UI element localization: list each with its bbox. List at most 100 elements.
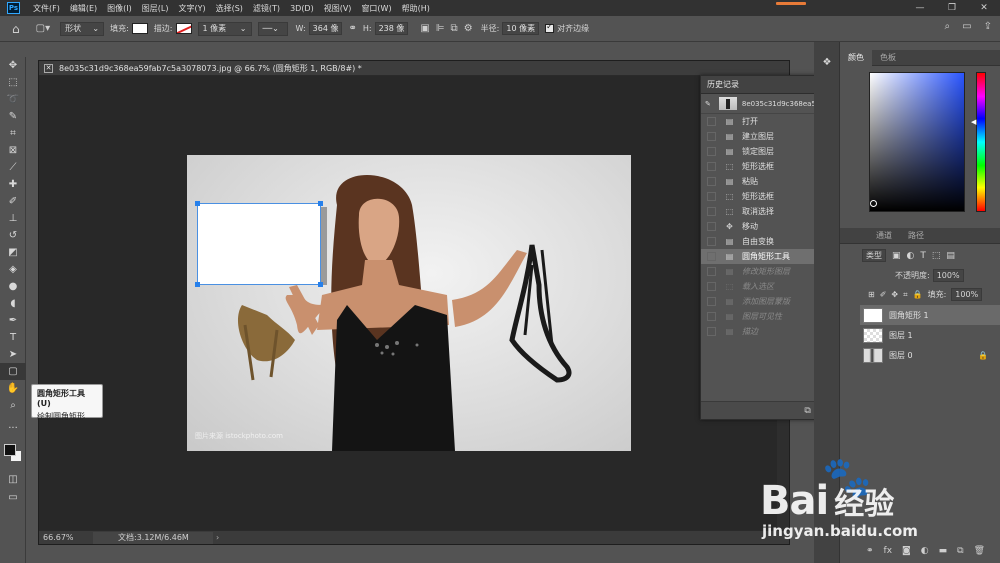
menu-3d[interactable]: 3D(D): [285, 4, 319, 13]
zoom-level[interactable]: 66.67%: [39, 533, 74, 542]
history-brush-icon[interactable]: ↺: [0, 227, 26, 244]
lock-pixels-icon[interactable]: ✐: [880, 290, 887, 299]
crop-tool-icon[interactable]: ⌗: [0, 125, 26, 142]
workspace-icon[interactable]: ▭: [962, 21, 971, 32]
stroke-type-dropdown[interactable]: ──⌄: [257, 21, 288, 36]
path-arrangement-icon[interactable]: ⧉: [451, 23, 458, 34]
history-brush-checkbox[interactable]: [707, 117, 716, 126]
rounded-rectangle-shape[interactable]: [195, 201, 323, 287]
align-edges-checkbox[interactable]: [545, 22, 555, 33]
dodge-tool-icon[interactable]: ◖: [0, 295, 26, 312]
width-field[interactable]: 364 像: [308, 22, 343, 35]
mode-dropdown[interactable]: 形状 ⌄: [60, 21, 105, 36]
history-brush-checkbox[interactable]: [707, 207, 716, 216]
history-brush-checkbox[interactable]: [707, 327, 716, 336]
clone-stamp-icon[interactable]: ⊥: [0, 210, 26, 227]
history-title[interactable]: 历史记录: [707, 79, 739, 90]
kind-dropdown[interactable]: 类型: [862, 249, 886, 262]
layer-row[interactable]: 圆角矩形 1: [860, 305, 1000, 325]
more-tools-icon[interactable]: ···: [0, 420, 26, 437]
eyedropper-tool-icon[interactable]: ⟋: [0, 159, 26, 176]
zoom-tool-icon[interactable]: ⌕: [0, 397, 26, 414]
stroke-swatch[interactable]: [175, 23, 192, 34]
tab-paths[interactable]: 路径: [900, 228, 932, 244]
close-button[interactable]: ✕: [968, 0, 1000, 16]
history-brush-checkbox[interactable]: [707, 147, 716, 156]
history-brush-checkbox[interactable]: [707, 252, 716, 261]
type-tool-icon[interactable]: T: [0, 329, 26, 346]
tab-swatches[interactable]: 色板: [872, 50, 904, 66]
panel-toggle-icon[interactable]: ❖: [814, 54, 840, 71]
history-brush-checkbox[interactable]: [707, 297, 716, 306]
history-brush-checkbox[interactable]: [707, 267, 716, 276]
align-edges-checkbox-group[interactable]: 对齐边缘: [545, 22, 589, 34]
menu-image[interactable]: 图像(I): [102, 3, 137, 14]
history-brush-checkbox[interactable]: [707, 312, 716, 321]
screen-mode-icon[interactable]: ▭: [0, 489, 26, 506]
foreground-color-swatch[interactable]: [4, 444, 16, 456]
menu-view[interactable]: 视图(V): [319, 3, 357, 14]
menu-filter[interactable]: 滤镜(T): [248, 3, 285, 14]
history-brush-source-icon[interactable]: ✎: [705, 100, 711, 108]
history-brush-checkbox[interactable]: [707, 177, 716, 186]
quick-mask-icon[interactable]: ◫: [0, 471, 26, 488]
path-alignment-icon[interactable]: ⊫: [436, 23, 445, 34]
history-brush-checkbox[interactable]: [707, 162, 716, 171]
menu-file[interactable]: 文件(F): [28, 3, 65, 14]
pen-tool-icon[interactable]: ✒: [0, 312, 26, 329]
transform-handle[interactable]: [195, 282, 200, 287]
delete-layer-icon[interactable]: 🗑: [974, 546, 985, 556]
quick-select-tool-icon[interactable]: ✎: [0, 108, 26, 125]
layer-row[interactable]: 图层 1: [860, 325, 1000, 345]
hue-slider[interactable]: [976, 72, 986, 212]
adjustment-filter-icon[interactable]: ◐: [907, 251, 915, 261]
transform-handle[interactable]: [318, 282, 323, 287]
history-brush-checkbox[interactable]: [707, 282, 716, 291]
hue-slider-arrow-icon[interactable]: ◀: [971, 118, 976, 126]
lock-artboard-icon[interactable]: ⌗: [903, 290, 908, 300]
lock-all-icon[interactable]: 🔒: [913, 290, 923, 299]
history-brush-checkbox[interactable]: [707, 192, 716, 201]
blur-tool-icon[interactable]: ●: [0, 278, 26, 295]
color-picker-field[interactable]: [869, 72, 965, 212]
move-tool-icon[interactable]: ✥: [0, 57, 26, 74]
tab-channels[interactable]: 通道: [868, 228, 900, 244]
history-brush-checkbox[interactable]: [707, 222, 716, 231]
healing-brush-icon[interactable]: ✚: [0, 176, 26, 193]
smart-filter-icon[interactable]: ▤: [946, 251, 955, 261]
document-tab[interactable]: ✕ 8e035c31d9c368ea59fab7c5a3078073.jpg @…: [39, 61, 789, 76]
history-brush-checkbox[interactable]: [707, 237, 716, 246]
tab-color[interactable]: 颜色: [840, 49, 872, 66]
lock-transparent-icon[interactable]: ⊞: [868, 290, 875, 299]
frame-tool-icon[interactable]: ⊠: [0, 142, 26, 159]
lasso-tool-icon[interactable]: ➰: [0, 91, 26, 108]
status-menu-icon[interactable]: ›: [216, 533, 219, 542]
new-document-from-state-icon[interactable]: ⧉: [804, 406, 810, 416]
share-icon[interactable]: ⇪: [984, 21, 992, 32]
menu-help[interactable]: 帮助(H): [397, 3, 435, 14]
eraser-tool-icon[interactable]: ◩: [0, 244, 26, 261]
shape-filter-icon[interactable]: ⬚: [932, 251, 941, 261]
color-picker-marker[interactable]: [870, 200, 877, 207]
menu-select[interactable]: 选择(S): [211, 3, 248, 14]
opacity-field[interactable]: 100%: [932, 269, 964, 282]
transform-handle[interactable]: [195, 201, 200, 206]
gear-icon[interactable]: ⚙: [464, 23, 473, 34]
canvas-image[interactable]: 图片来源 istockphoto.com: [187, 155, 631, 451]
brush-tool-icon[interactable]: ✐: [0, 193, 26, 210]
menu-type[interactable]: 文字(Y): [173, 3, 210, 14]
rounded-rectangle-tool-icon[interactable]: ▢: [0, 363, 26, 380]
menu-layer[interactable]: 图层(L): [137, 3, 174, 14]
marquee-tool-icon[interactable]: ⬚: [0, 74, 26, 91]
hand-tool-icon[interactable]: ✋: [0, 380, 26, 397]
radius-field[interactable]: 10 像素: [502, 22, 540, 35]
restore-button[interactable]: ❐: [936, 0, 968, 16]
tool-preset-icon[interactable]: ▢▾: [36, 23, 50, 34]
type-filter-icon[interactable]: T: [920, 251, 926, 261]
link-icon[interactable]: ⚭: [348, 23, 356, 34]
minimize-button[interactable]: —: [904, 0, 936, 16]
layer-row[interactable]: 图层 0 🔒: [860, 345, 1000, 365]
color-swatches[interactable]: [4, 444, 24, 466]
fill-field[interactable]: 100%: [951, 288, 983, 301]
path-operations-icon[interactable]: ▣: [420, 23, 429, 34]
